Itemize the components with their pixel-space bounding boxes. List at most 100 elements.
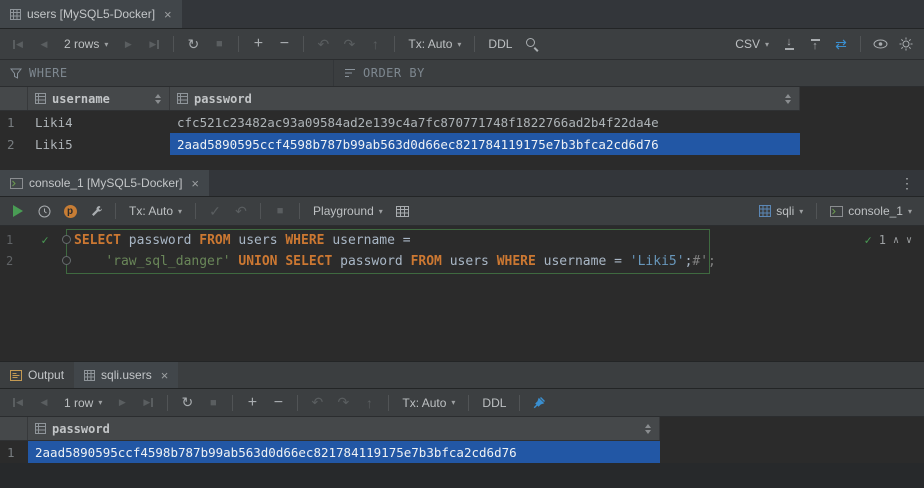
close-icon[interactable]: × <box>191 176 199 191</box>
statement-gutter-dot[interactable] <box>62 256 71 265</box>
profiler-button[interactable]: p <box>58 200 82 222</box>
grid-corner[interactable] <box>0 87 28 110</box>
view-button[interactable] <box>868 33 892 55</box>
first-row-button[interactable]: ◀ <box>6 392 30 414</box>
close-icon[interactable]: × <box>164 7 172 22</box>
console-session-dropdown[interactable]: console_1 ▾ <box>824 204 918 218</box>
grid-toolbar: ◀ ◀ 2 rows▾ ▶ ▶ ↻ ■ + − ↶ ↷ ↑ Tx: Auto▾ … <box>0 29 924 60</box>
gear-icon <box>899 37 913 51</box>
column-icon <box>177 93 188 104</box>
add-row-button[interactable]: + <box>246 33 270 55</box>
services-tab-bar: Output sqli.users × <box>0 362 924 389</box>
sort-lines-icon <box>344 68 356 78</box>
search-button[interactable] <box>520 33 544 55</box>
chevron-down-icon: ▾ <box>178 207 182 216</box>
stop-button[interactable]: ■ <box>268 200 292 222</box>
rollback-button[interactable]: ↶ <box>229 200 253 222</box>
order-by-filter-input[interactable]: ORDER BY <box>333 60 924 86</box>
stop-button[interactable]: ■ <box>201 392 225 414</box>
database-icon <box>759 205 771 217</box>
commit-button[interactable]: ✓ <box>203 200 227 222</box>
submit-button[interactable]: ↑ <box>357 392 381 414</box>
column-header-password[interactable]: password <box>28 417 660 440</box>
sql-editor[interactable]: 1 ✓ SELECT password FROM users WHERE use… <box>0 226 924 362</box>
where-filter-input[interactable]: WHERE <box>0 60 333 86</box>
ddl-button[interactable]: DDL <box>482 37 518 51</box>
compare-button[interactable]: ⇄ <box>829 33 853 55</box>
tab-sqli-users[interactable]: sqli.users × <box>74 362 178 388</box>
database-dropdown[interactable]: sqli ▾ <box>753 204 809 218</box>
last-row-button[interactable]: ▶ <box>136 392 160 414</box>
more-options-icon[interactable]: ⋮ <box>890 170 924 196</box>
column-header-username[interactable]: username <box>28 87 170 110</box>
next-row-button[interactable]: ▶ <box>110 392 134 414</box>
separator <box>195 203 196 219</box>
refresh-button[interactable]: ↻ <box>181 33 205 55</box>
next-problem-icon[interactable]: ∨ <box>906 235 912 246</box>
cell-password[interactable]: cfc521c23482ac93a09584ad2e139c4a7fc87077… <box>170 111 800 133</box>
sort-icon[interactable] <box>784 93 792 105</box>
rows-count-dropdown[interactable]: 1 row▾ <box>58 396 108 410</box>
export-button[interactable]: ↓ <box>777 33 801 55</box>
redo-button[interactable]: ↷ <box>337 33 361 55</box>
editor-tab-bar: users [MySQL5-Docker] × <box>0 0 924 29</box>
run-button[interactable] <box>6 200 30 222</box>
grid-corner[interactable] <box>0 417 28 440</box>
export-icon: ↓ <box>785 38 794 51</box>
stop-button[interactable]: ■ <box>207 33 231 55</box>
playground-dropdown[interactable]: Playground▾ <box>307 204 389 218</box>
refresh-button[interactable]: ↻ <box>175 392 199 414</box>
previous-problem-icon[interactable]: ∧ <box>893 235 899 246</box>
previous-row-button[interactable]: ◀ <box>32 33 56 55</box>
settings-button[interactable] <box>894 33 918 55</box>
code-line[interactable]: 2 'raw_sql_danger' UNION SELECT password… <box>0 251 924 272</box>
view-options-button[interactable] <box>391 200 415 222</box>
statement-gutter-dot[interactable] <box>62 235 71 244</box>
cell-username[interactable]: Liki5 <box>28 133 170 155</box>
tab-console-1[interactable]: console_1 [MySQL5-Docker] × <box>0 170 209 196</box>
separator <box>260 203 261 219</box>
sql-code-line[interactable]: SELECT password FROM users WHERE usernam… <box>64 230 411 251</box>
tab-users-grid[interactable]: users [MySQL5-Docker] × <box>0 0 182 28</box>
csv-format-dropdown[interactable]: CSV▾ <box>729 37 775 51</box>
pin-tab-button[interactable] <box>527 392 551 414</box>
next-row-button[interactable]: ▶ <box>116 33 140 55</box>
tx-mode-dropdown[interactable]: Tx: Auto▾ <box>402 37 467 51</box>
close-icon[interactable]: × <box>161 368 169 383</box>
schedule-button[interactable] <box>32 200 56 222</box>
sql-code-line[interactable]: 'raw_sql_danger' UNION SELECT password F… <box>64 251 716 272</box>
delete-row-button[interactable]: − <box>272 33 296 55</box>
sort-icon[interactable] <box>644 423 652 435</box>
import-button[interactable]: ↑ <box>803 33 827 55</box>
last-row-button[interactable]: ▶ <box>142 33 166 55</box>
cell-password-selected[interactable]: 2aad5890595ccf4598b787b99ab563d0d66ec821… <box>170 133 800 155</box>
datagrip-window: users [MySQL5-Docker] × ◀ ◀ 2 rows▾ ▶ ▶ … <box>0 0 924 488</box>
separator <box>816 203 817 219</box>
cell-username[interactable]: Liki4 <box>28 111 170 133</box>
undo-button[interactable]: ↶ <box>311 33 335 55</box>
column-header-password[interactable]: password <box>170 87 800 110</box>
chevron-down-icon: ▾ <box>799 207 803 216</box>
line-number: 1 <box>0 230 26 251</box>
tab-label: users [MySQL5-Docker] <box>27 7 155 21</box>
separator <box>238 36 239 52</box>
add-row-button[interactable]: + <box>240 392 264 414</box>
console-settings-button[interactable] <box>84 200 108 222</box>
chevron-down-icon: ▾ <box>379 207 383 216</box>
sort-icon[interactable] <box>154 93 162 105</box>
code-line[interactable]: 1 ✓ SELECT password FROM users WHERE use… <box>0 230 924 251</box>
column-icon <box>35 423 46 434</box>
cell-password-selected[interactable]: 2aad5890595ccf4598b787b99ab563d0d66ec821… <box>28 441 660 463</box>
tx-mode-dropdown[interactable]: Tx: Auto▾ <box>123 204 188 218</box>
rows-count-dropdown[interactable]: 2 rows▾ <box>58 37 114 51</box>
redo-button[interactable]: ↷ <box>331 392 355 414</box>
tab-output[interactable]: Output <box>0 362 74 388</box>
first-row-button[interactable]: ◀ <box>6 33 30 55</box>
ddl-button[interactable]: DDL <box>476 396 512 410</box>
tx-mode-dropdown[interactable]: Tx: Auto▾ <box>396 396 461 410</box>
previous-row-button[interactable]: ◀ <box>32 392 56 414</box>
console-toolbar: p Tx: Auto▾ ✓ ↶ ■ Playground▾ sqli ▾ con… <box>0 197 924 226</box>
undo-button[interactable]: ↶ <box>305 392 329 414</box>
delete-row-button[interactable]: − <box>266 392 290 414</box>
submit-button[interactable]: ↑ <box>363 33 387 55</box>
